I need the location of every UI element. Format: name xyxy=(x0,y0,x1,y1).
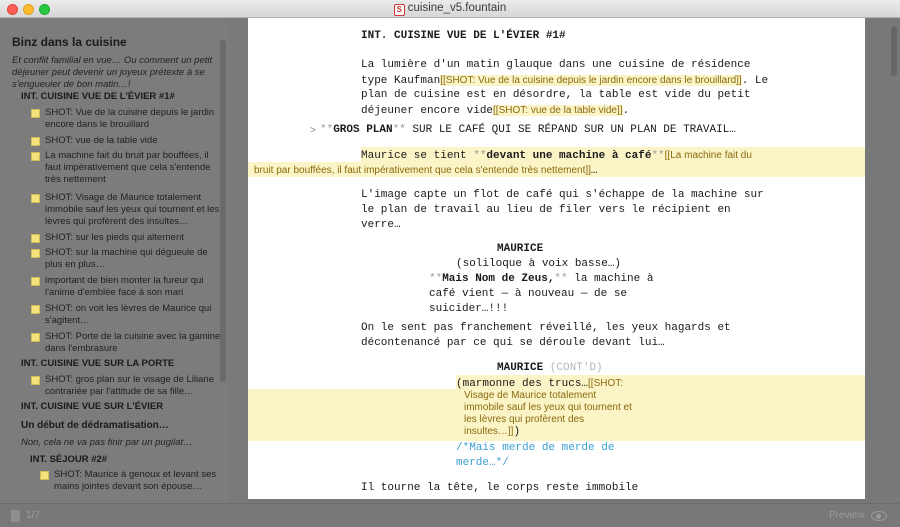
boneyard-comment: merde…*/ xyxy=(456,457,509,469)
action-line: déjeuner encore vide[[SHOT: vue de la ta… xyxy=(361,105,630,117)
contd-label: (CONT'D) xyxy=(549,362,603,374)
sidebar-scene-3[interactable]: INT. CUISINE VUE SUR L'ÉVIER xyxy=(21,401,163,412)
sidebar-note[interactable]: SHOT: on voit les lèvres de Maurice qui … xyxy=(31,303,223,327)
sidebar-note[interactable]: SHOT: sur les pieds qui alternent xyxy=(31,232,223,244)
note-square-icon xyxy=(31,277,40,286)
note-square-icon xyxy=(31,305,40,314)
page-count[interactable]: 1/7 xyxy=(26,510,40,521)
action-line: L'image capte un flot de café qui s'écha… xyxy=(361,189,764,201)
boneyard-comment: /*Mais merde de merde de xyxy=(456,442,615,454)
sidebar-section-2[interactable]: Un début de dédramatisation… xyxy=(21,420,169,431)
sidebar-scene-4[interactable]: INT. SÉJOUR #2# xyxy=(30,454,107,465)
action-line: type Kaufman[[SHOT: Vue de la cuisine de… xyxy=(361,75,769,87)
character-name: MAURICE (CONT'D) xyxy=(497,362,603,374)
sidebar-synopsis-2[interactable]: Non, cela ne va pas finir par un pugilat… xyxy=(21,437,226,449)
sidebar-synopsis[interactable]: Et conflit familial en vue… Ou comment u… xyxy=(12,55,217,91)
inline-note-block[interactable]: Visage de Maurice totalement immobile sa… xyxy=(464,390,632,438)
note-square-icon xyxy=(31,376,40,385)
note-square-icon xyxy=(40,471,49,480)
note-square-icon xyxy=(31,152,40,161)
action-line: Il tourne la tête, le corps reste immobi… xyxy=(361,482,639,494)
sidebar-scene-2[interactable]: INT. CUISINE VUE SUR LA PORTE xyxy=(21,358,174,369)
note-square-icon xyxy=(31,234,40,243)
right-gutter xyxy=(865,18,900,503)
action-line: On le sent pas franchement réveillé, les… xyxy=(361,322,731,334)
preview-label[interactable]: Preview xyxy=(829,510,865,521)
inline-note[interactable]: [[SHOT: xyxy=(588,378,624,389)
script-editor[interactable]: INT. CUISINE VUE DE L'ÉVIER #1# La lumiè… xyxy=(248,18,865,499)
sidebar-scene-1[interactable]: INT. CUISINE VUE DE L'ÉVIER #1# xyxy=(21,91,175,102)
note-square-icon xyxy=(31,194,40,203)
pane-divider[interactable] xyxy=(228,18,248,503)
dialogue-line: café vient — à nouveau — de se xyxy=(429,288,628,300)
eye-icon[interactable] xyxy=(871,511,887,521)
note-square-icon xyxy=(31,333,40,342)
outline-sidebar: Binz dans la cuisine Et conflit familial… xyxy=(0,18,228,503)
dialogue-line: **Mais Nom de Zeus,** la machine à xyxy=(429,273,654,285)
fountain-doc-icon: S xyxy=(393,4,405,16)
inline-note-continued[interactable]: bruit par bouffées, il faut impérativeme… xyxy=(254,163,598,179)
sidebar-note[interactable]: SHOT: Visage de Maurice totalement immob… xyxy=(31,192,223,228)
action-line: La lumière d'un matin glauque dans une c… xyxy=(361,59,751,71)
note-square-icon xyxy=(31,137,40,146)
action-line: Maurice se tient **devant une machine à … xyxy=(361,150,752,162)
sidebar-note[interactable]: SHOT: gros plan sur le visage de Liliane… xyxy=(31,374,223,398)
page-icon xyxy=(11,510,20,522)
window-title-text: cuisine_v5.fountain xyxy=(407,2,507,14)
action-line: plan de cuisine est en désordre, la tabl… xyxy=(361,89,751,101)
sidebar-note[interactable]: SHOT: Vue de la cuisine depuis le jardin… xyxy=(31,107,223,131)
note-square-icon xyxy=(31,249,40,258)
action-line: le plan de travail au lieu de filer vers… xyxy=(361,204,731,216)
sidebar-note[interactable]: SHOT: Porte de la cuisine avec la gamine… xyxy=(31,331,223,355)
action-line: décontenancé par ce qui se déroule devan… xyxy=(361,337,665,349)
title-bar: Scuisine_v5.fountain xyxy=(0,0,900,18)
inline-note[interactable]: [[La machine fait du xyxy=(664,150,752,161)
status-bar: 1/7 Preview xyxy=(0,503,900,527)
character-name: MAURICE xyxy=(497,243,544,255)
parenthetical: (soliloque à voix basse…) xyxy=(456,258,622,270)
dialogue-line: suicider…!!! xyxy=(429,303,509,315)
sidebar-note[interactable]: La machine fait du bruit par bouffées, i… xyxy=(31,150,223,186)
window-title: Scuisine_v5.fountain xyxy=(0,2,900,16)
action-line: verre… xyxy=(361,219,401,231)
sidebar-note[interactable]: important de bien monter la fureur qui l… xyxy=(31,275,223,299)
sidebar-note[interactable]: SHOT: vue de la table vide xyxy=(31,135,223,147)
inline-note[interactable]: [[SHOT: vue de la table vide]] xyxy=(493,105,623,116)
scene-heading: INT. CUISINE VUE DE L'ÉVIER #1# xyxy=(361,30,566,42)
inline-note[interactable]: [[SHOT: Vue de la cuisine depuis le jard… xyxy=(440,75,742,86)
editor-scrollbar[interactable] xyxy=(891,26,897,76)
sidebar-note[interactable]: SHOT: sur la machine qui dégueule de plu… xyxy=(31,247,223,271)
note-square-icon xyxy=(31,109,40,118)
sidebar-note[interactable]: SHOT: Maurice à genoux et levant ses mai… xyxy=(40,469,228,493)
section-marker: > xyxy=(310,125,316,136)
section-line: **GROS PLAN** SUR LE CAFÉ QUI SE RÉPAND … xyxy=(320,124,736,136)
sidebar-section-title[interactable]: Binz dans la cuisine xyxy=(12,35,127,49)
